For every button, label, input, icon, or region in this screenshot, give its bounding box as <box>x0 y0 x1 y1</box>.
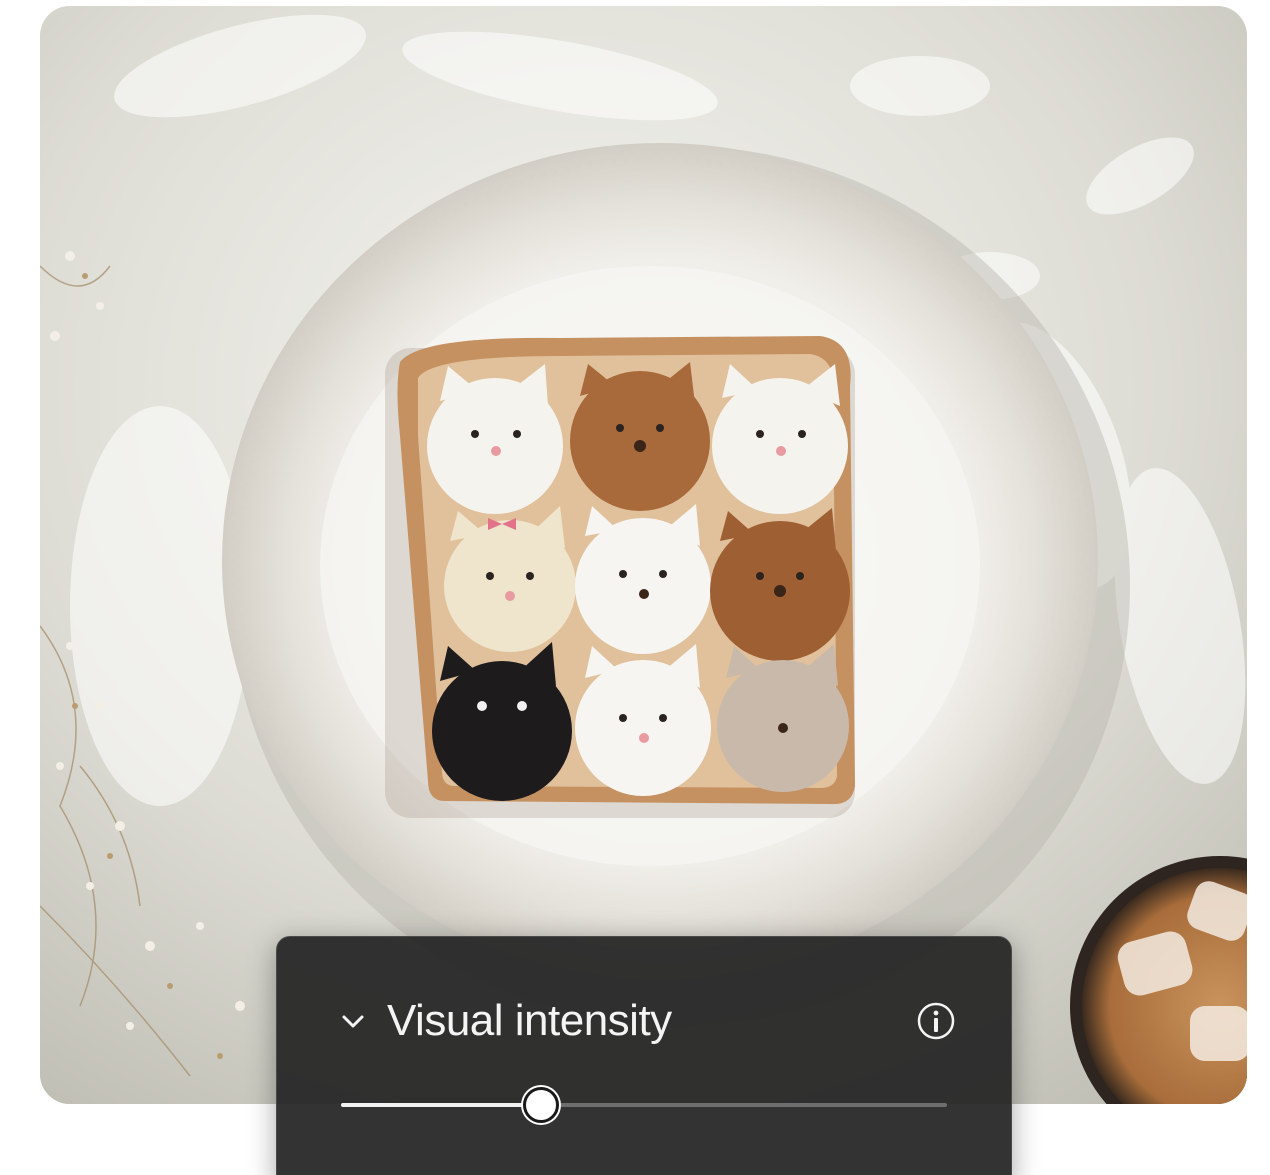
visual-intensity-slider[interactable] <box>341 1087 947 1123</box>
slider-fill <box>341 1103 541 1107</box>
panel-title: Visual intensity <box>387 996 672 1045</box>
visual-intensity-panel: Visual intensity <box>276 936 1012 1175</box>
chevron-down-icon[interactable] <box>337 1005 369 1037</box>
stage: Visual intensity <box>0 0 1270 1175</box>
slider-thumb[interactable] <box>523 1087 559 1123</box>
panel-header: Visual intensity <box>337 993 957 1049</box>
info-icon[interactable] <box>915 1000 957 1042</box>
